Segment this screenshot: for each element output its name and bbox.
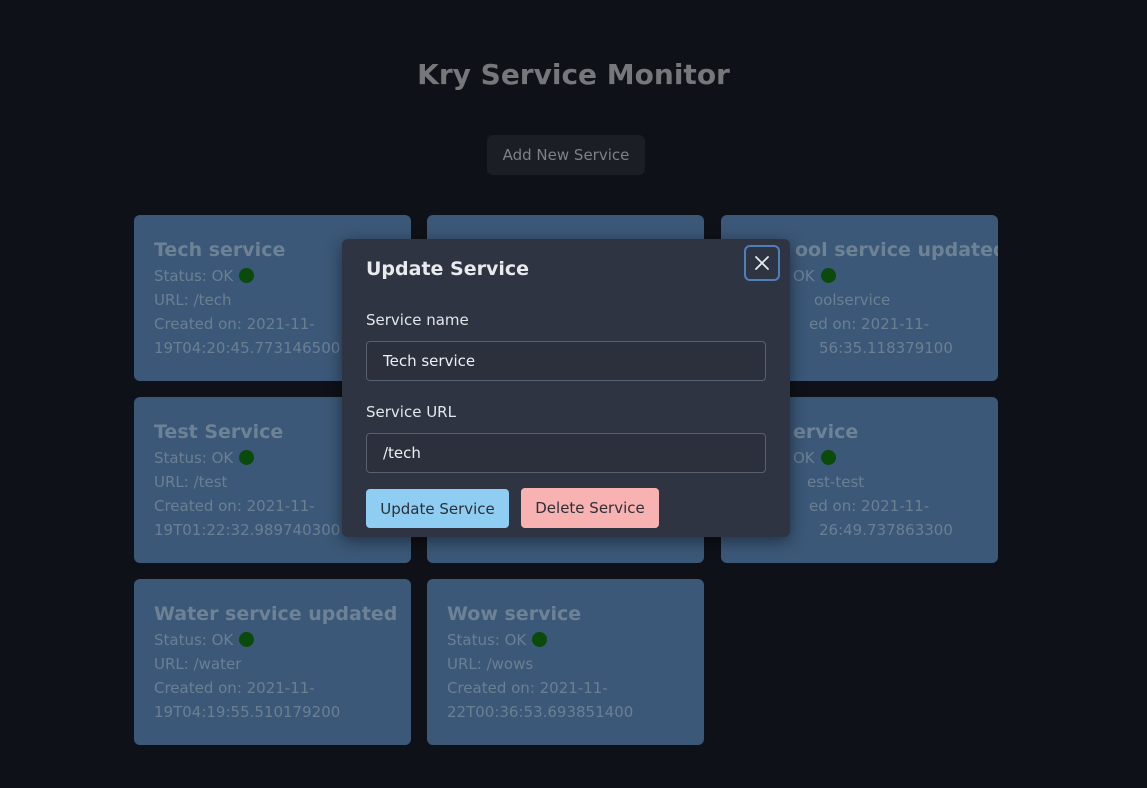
service-name: Wow service xyxy=(447,603,582,625)
status-ok-indicator xyxy=(532,632,548,647)
service-name-input[interactable] xyxy=(366,341,766,381)
service-created: Created on: 2021-11- xyxy=(154,679,315,697)
update-service-button[interactable]: Update Service xyxy=(366,489,509,528)
service-name-label: Service name xyxy=(366,311,469,329)
service-monitor-page: Kry Service Monitor Add New Service Tech… xyxy=(0,0,1147,788)
service-card[interactable]: Wow service Status: OK URL: /wows Create… xyxy=(427,579,704,745)
status-text: OK xyxy=(793,449,815,467)
service-created-time: 19T04:19:55.510179200 xyxy=(154,703,341,721)
service-url-label: Service URL xyxy=(366,403,456,421)
status-ok-indicator xyxy=(239,632,255,647)
status-text: Status: OK xyxy=(447,631,527,649)
service-name: Water service updated xyxy=(154,603,398,625)
status-ok-indicator xyxy=(239,450,255,465)
status-text: Status: OK xyxy=(154,631,234,649)
add-service-button[interactable]: Add New Service xyxy=(487,135,645,175)
service-status: Status: OK xyxy=(447,628,684,652)
service-url: URL: /water xyxy=(154,655,242,673)
service-url: URL: /wows xyxy=(447,655,534,673)
status-ok-indicator xyxy=(820,450,836,465)
close-icon xyxy=(755,256,769,270)
service-created-time: 22T00:36:53.693851400 xyxy=(447,703,634,721)
service-card[interactable]: Water service updated Status: OK URL: /w… xyxy=(134,579,411,745)
close-dialog-button[interactable] xyxy=(744,245,780,281)
dialog-title: Update Service xyxy=(366,258,530,280)
service-url-input[interactable] xyxy=(366,433,766,473)
page-title: Kry Service Monitor xyxy=(417,58,730,91)
status-text: OK xyxy=(793,267,815,285)
delete-service-button[interactable]: Delete Service xyxy=(521,488,659,528)
status-text: Status: OK xyxy=(154,267,234,285)
status-text: Status: OK xyxy=(154,449,234,467)
update-service-dialog: Update Service Service name Service URL … xyxy=(342,239,790,537)
service-created: Created on: 2021-11- xyxy=(447,679,608,697)
status-ok-indicator xyxy=(820,268,836,283)
service-status: Status: OK xyxy=(154,628,391,652)
status-ok-indicator xyxy=(239,268,255,283)
